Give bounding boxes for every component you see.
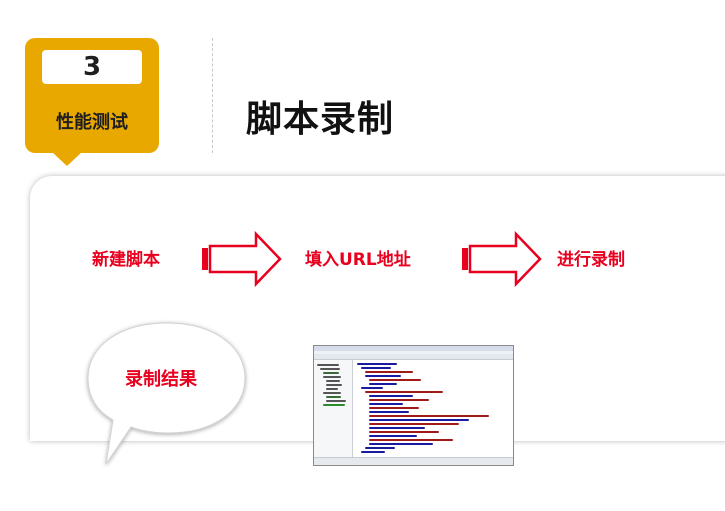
right-arrow-icon [202,231,282,287]
step-start-recording: 进行录制 [557,250,625,270]
thumb-tree-pane [314,360,353,457]
section-label: 性能测试 [56,112,128,133]
section-badge-tail [52,152,82,166]
recording-result-screenshot [313,345,514,466]
section-number: 3 [42,50,142,84]
step-enter-url: 填入URL地址 [305,250,411,270]
thumb-code-editor [353,360,513,457]
speech-bubble-icon [87,322,246,465]
right-arrow-icon [462,231,542,287]
thumb-status-bar [314,457,513,465]
header-divider [212,38,213,153]
section-badge: 3 性能测试 [25,38,159,153]
result-label: 录制结果 [125,369,197,390]
step-new-script: 新建脚本 [92,250,160,270]
page-title: 脚本录制 [246,99,395,140]
